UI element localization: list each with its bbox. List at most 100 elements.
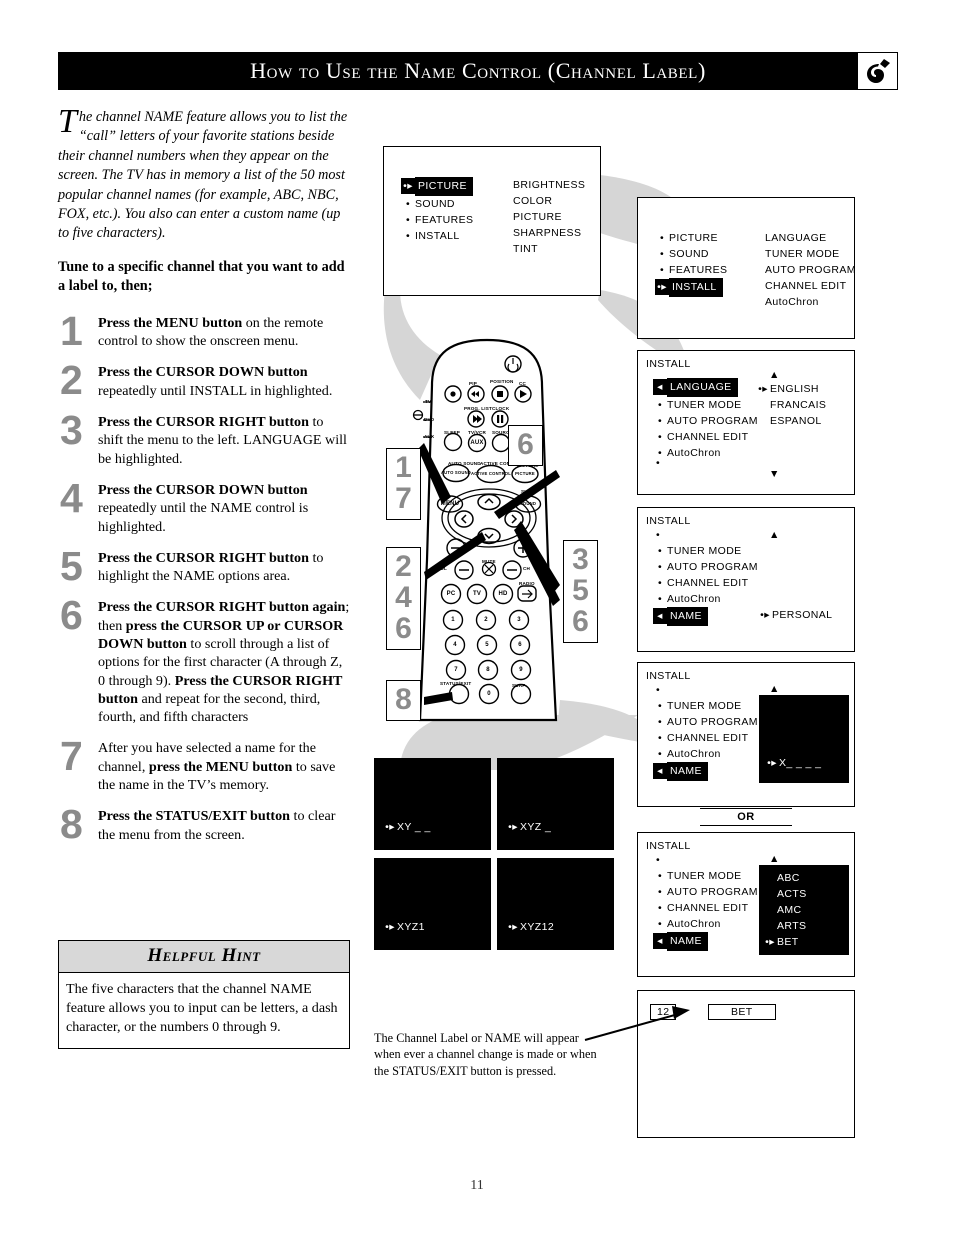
intro-dropcap: T bbox=[58, 103, 77, 140]
step-text: Press the MENU button on the remote cont… bbox=[98, 314, 324, 350]
osd-menu-item[interactable]: • AUTO PROGRAM bbox=[653, 559, 758, 575]
osd-menu-item[interactable]: • TUNER MODE bbox=[653, 397, 758, 413]
scroll-up-icon[interactable]: ▲ bbox=[769, 529, 780, 541]
bullet-icon: • bbox=[657, 577, 663, 589]
step-item: 5 Press the CURSOR RIGHT button to highli… bbox=[58, 546, 350, 587]
osd-name-value-row[interactable]: •▸ PERSONAL bbox=[758, 607, 832, 623]
osd-option-item[interactable]: FRANCAIS bbox=[756, 397, 826, 413]
osd-option-item[interactable]: COLOR bbox=[499, 193, 585, 209]
osd-menu-item[interactable]: • FEATURES bbox=[655, 262, 727, 278]
osd-menu-item[interactable]: • AUTO PROGRAM bbox=[653, 714, 758, 730]
more-items-dot-icon: • bbox=[656, 854, 661, 866]
remote-button-face-label[interactable]: PICTURE bbox=[503, 471, 547, 476]
remote-button-face-label[interactable]: SOUND bbox=[506, 501, 550, 506]
osd-preset-item[interactable]: ARTS bbox=[763, 918, 807, 934]
osd-menu-item[interactable]: • AutoChron bbox=[653, 445, 758, 461]
osd-menu-item[interactable]: • PICTURE bbox=[655, 230, 727, 246]
osd-name-value: PERSONAL bbox=[772, 609, 833, 621]
bullet-icon: • bbox=[659, 264, 665, 276]
osd-option-item[interactable]: •▸ ENGLISH bbox=[756, 381, 826, 397]
osd-option-item[interactable]: AutoChron bbox=[751, 294, 856, 310]
osd-menu-item[interactable]: ◂ NAME bbox=[653, 932, 758, 951]
channel-label-badge: BET bbox=[708, 1004, 776, 1020]
osd-option-item[interactable]: TINT bbox=[499, 241, 585, 257]
step-item: 4 Press the CURSOR DOWN button repeatedly… bbox=[58, 477, 350, 536]
osd-menu-item[interactable]: • TUNER MODE bbox=[653, 868, 758, 884]
osd-menu-item[interactable]: • INSTALL bbox=[401, 228, 473, 244]
osd-menu-item[interactable]: • TUNER MODE bbox=[653, 543, 758, 559]
osd-option-item[interactable]: CHANNEL EDIT bbox=[751, 278, 856, 294]
remote-button-face-label[interactable]: 6 bbox=[498, 642, 542, 648]
osd-entry-panel[interactable]: •▸ X_ _ _ _ bbox=[759, 695, 849, 783]
osd-option-item[interactable]: BRIGHTNESS bbox=[499, 177, 585, 193]
remote-button-label: RADIO bbox=[519, 581, 535, 586]
bullet-icon: • bbox=[657, 545, 663, 557]
osd-menu-item[interactable]: • TUNER MODE bbox=[653, 698, 758, 714]
bullet-icon: • bbox=[657, 716, 663, 728]
osd-menu-item[interactable]: • AutoChron bbox=[653, 591, 758, 607]
osd-menu-item-label: CHANNEL EDIT bbox=[667, 902, 749, 914]
osd-option-item[interactable]: ESPANOL bbox=[756, 413, 826, 429]
osd-menu-item[interactable]: ◂ NAME bbox=[653, 762, 758, 781]
remote-button-face-label[interactable]: 3 bbox=[497, 617, 541, 623]
osd-language-screen: INSTALL ◂ LANGUAGE • TUNER MODE • AUTO PROGRA… bbox=[637, 350, 855, 495]
osd-option-item[interactable]: SHARPNESS bbox=[499, 225, 585, 241]
remote-button-face-label[interactable]: AUX bbox=[455, 440, 499, 446]
osd-preset-label: ACTS bbox=[777, 888, 807, 900]
osd-menu-item[interactable]: •▸ INSTALL bbox=[655, 278, 727, 297]
osd-option-item[interactable]: LANGUAGE bbox=[751, 230, 856, 246]
osd-menu-item[interactable]: • CHANNEL EDIT bbox=[653, 429, 758, 445]
osd-menu-item[interactable]: • CHANNEL EDIT bbox=[653, 900, 758, 916]
osd-menu-item[interactable]: ◂ LANGUAGE bbox=[653, 378, 758, 397]
osd-menu-item-label: AUTO PROGRAM bbox=[667, 415, 758, 427]
osd-menu-item[interactable]: • AUTO PROGRAM bbox=[653, 413, 758, 429]
remote-button-face-label[interactable]: HD bbox=[481, 591, 525, 597]
remote-button-label: AUTO SOUND bbox=[448, 461, 481, 466]
channel-number-badge: 12 bbox=[650, 1004, 677, 1020]
osd-option-label: COLOR bbox=[513, 195, 553, 207]
osd-preset-panel[interactable]: ABC ACTS AMC ARTS •▸ BET bbox=[759, 865, 849, 955]
page-title: How to Use the Name Control (Channel Lab… bbox=[250, 58, 706, 83]
osd-entry-example-value: XY _ _ bbox=[397, 821, 431, 833]
scroll-up-icon[interactable]: ▲ bbox=[769, 369, 780, 381]
osd-preset-label: ABC bbox=[777, 872, 800, 884]
osd-menu-item[interactable]: • SOUND bbox=[401, 196, 473, 212]
osd-entry-example-value: XYZ1 bbox=[397, 921, 425, 933]
scroll-up-icon[interactable]: ▲ bbox=[769, 853, 780, 865]
osd-menu-item[interactable]: • AutoChron bbox=[653, 916, 758, 932]
remote-button-face-label[interactable]: 0 bbox=[467, 691, 511, 697]
osd-screen-title-name: INSTALL bbox=[646, 515, 691, 527]
remote-button-label: MUTE bbox=[482, 559, 496, 564]
osd-menu-item[interactable]: • SOUND bbox=[655, 246, 727, 262]
remote-button-label: CLOCK bbox=[492, 406, 510, 411]
osd-preset-item[interactable]: •▸ BET bbox=[763, 934, 807, 950]
scroll-down-icon[interactable]: ▼ bbox=[769, 468, 780, 480]
osd-option-item[interactable]: AUTO PROGRAM bbox=[751, 262, 856, 278]
osd-personal-entry-screen: INSTALL • ▲ • TUNER MODE • AUTO PROGRAM • CHA… bbox=[637, 662, 855, 807]
selected-marker-icon: •▸ bbox=[385, 921, 395, 933]
osd-preset-item[interactable]: ACTS bbox=[763, 886, 807, 902]
osd-entry-example-screen: •▸ XY _ _ bbox=[374, 758, 491, 850]
osd-menu-item[interactable]: • CHANNEL EDIT bbox=[653, 730, 758, 746]
selected-marker-icon: ◂ bbox=[653, 379, 667, 395]
callout-left-bottom: 8 bbox=[386, 680, 421, 721]
osd-menu-item[interactable]: • CHANNEL EDIT bbox=[653, 575, 758, 591]
osd-menu-item[interactable]: •▸ PICTURE bbox=[401, 177, 473, 196]
osd-option-label: FRANCAIS bbox=[770, 399, 827, 411]
step-item: 2 Press the CURSOR DOWN button repeatedly… bbox=[58, 360, 350, 401]
remote-button-face-label[interactable]: MENU bbox=[428, 501, 472, 507]
osd-menu-item[interactable]: • AUTO PROGRAM bbox=[653, 884, 758, 900]
scroll-up-icon[interactable]: ▲ bbox=[769, 683, 780, 695]
step-text: Press the CURSOR RIGHT button to shift t… bbox=[98, 414, 347, 467]
osd-preset-item[interactable]: AMC bbox=[763, 902, 807, 918]
osd-preset-item[interactable]: ABC bbox=[763, 870, 807, 886]
osd-option-item[interactable]: PICTURE bbox=[499, 209, 585, 225]
remote-button-face-label[interactable]: 9 bbox=[499, 667, 543, 673]
osd-menu-item[interactable]: • FEATURES bbox=[401, 212, 473, 228]
osd-option-item[interactable]: TUNER MODE bbox=[751, 246, 856, 262]
osd-menu-item[interactable]: • AutoChron bbox=[653, 746, 758, 762]
osd-menu-item-label: NAME bbox=[667, 932, 708, 951]
step-text: Press the CURSOR RIGHT button again; the… bbox=[98, 599, 350, 726]
osd-menu-item[interactable]: ◂ NAME bbox=[653, 607, 758, 626]
osd-entry-example-value: XYZ _ bbox=[520, 821, 552, 833]
